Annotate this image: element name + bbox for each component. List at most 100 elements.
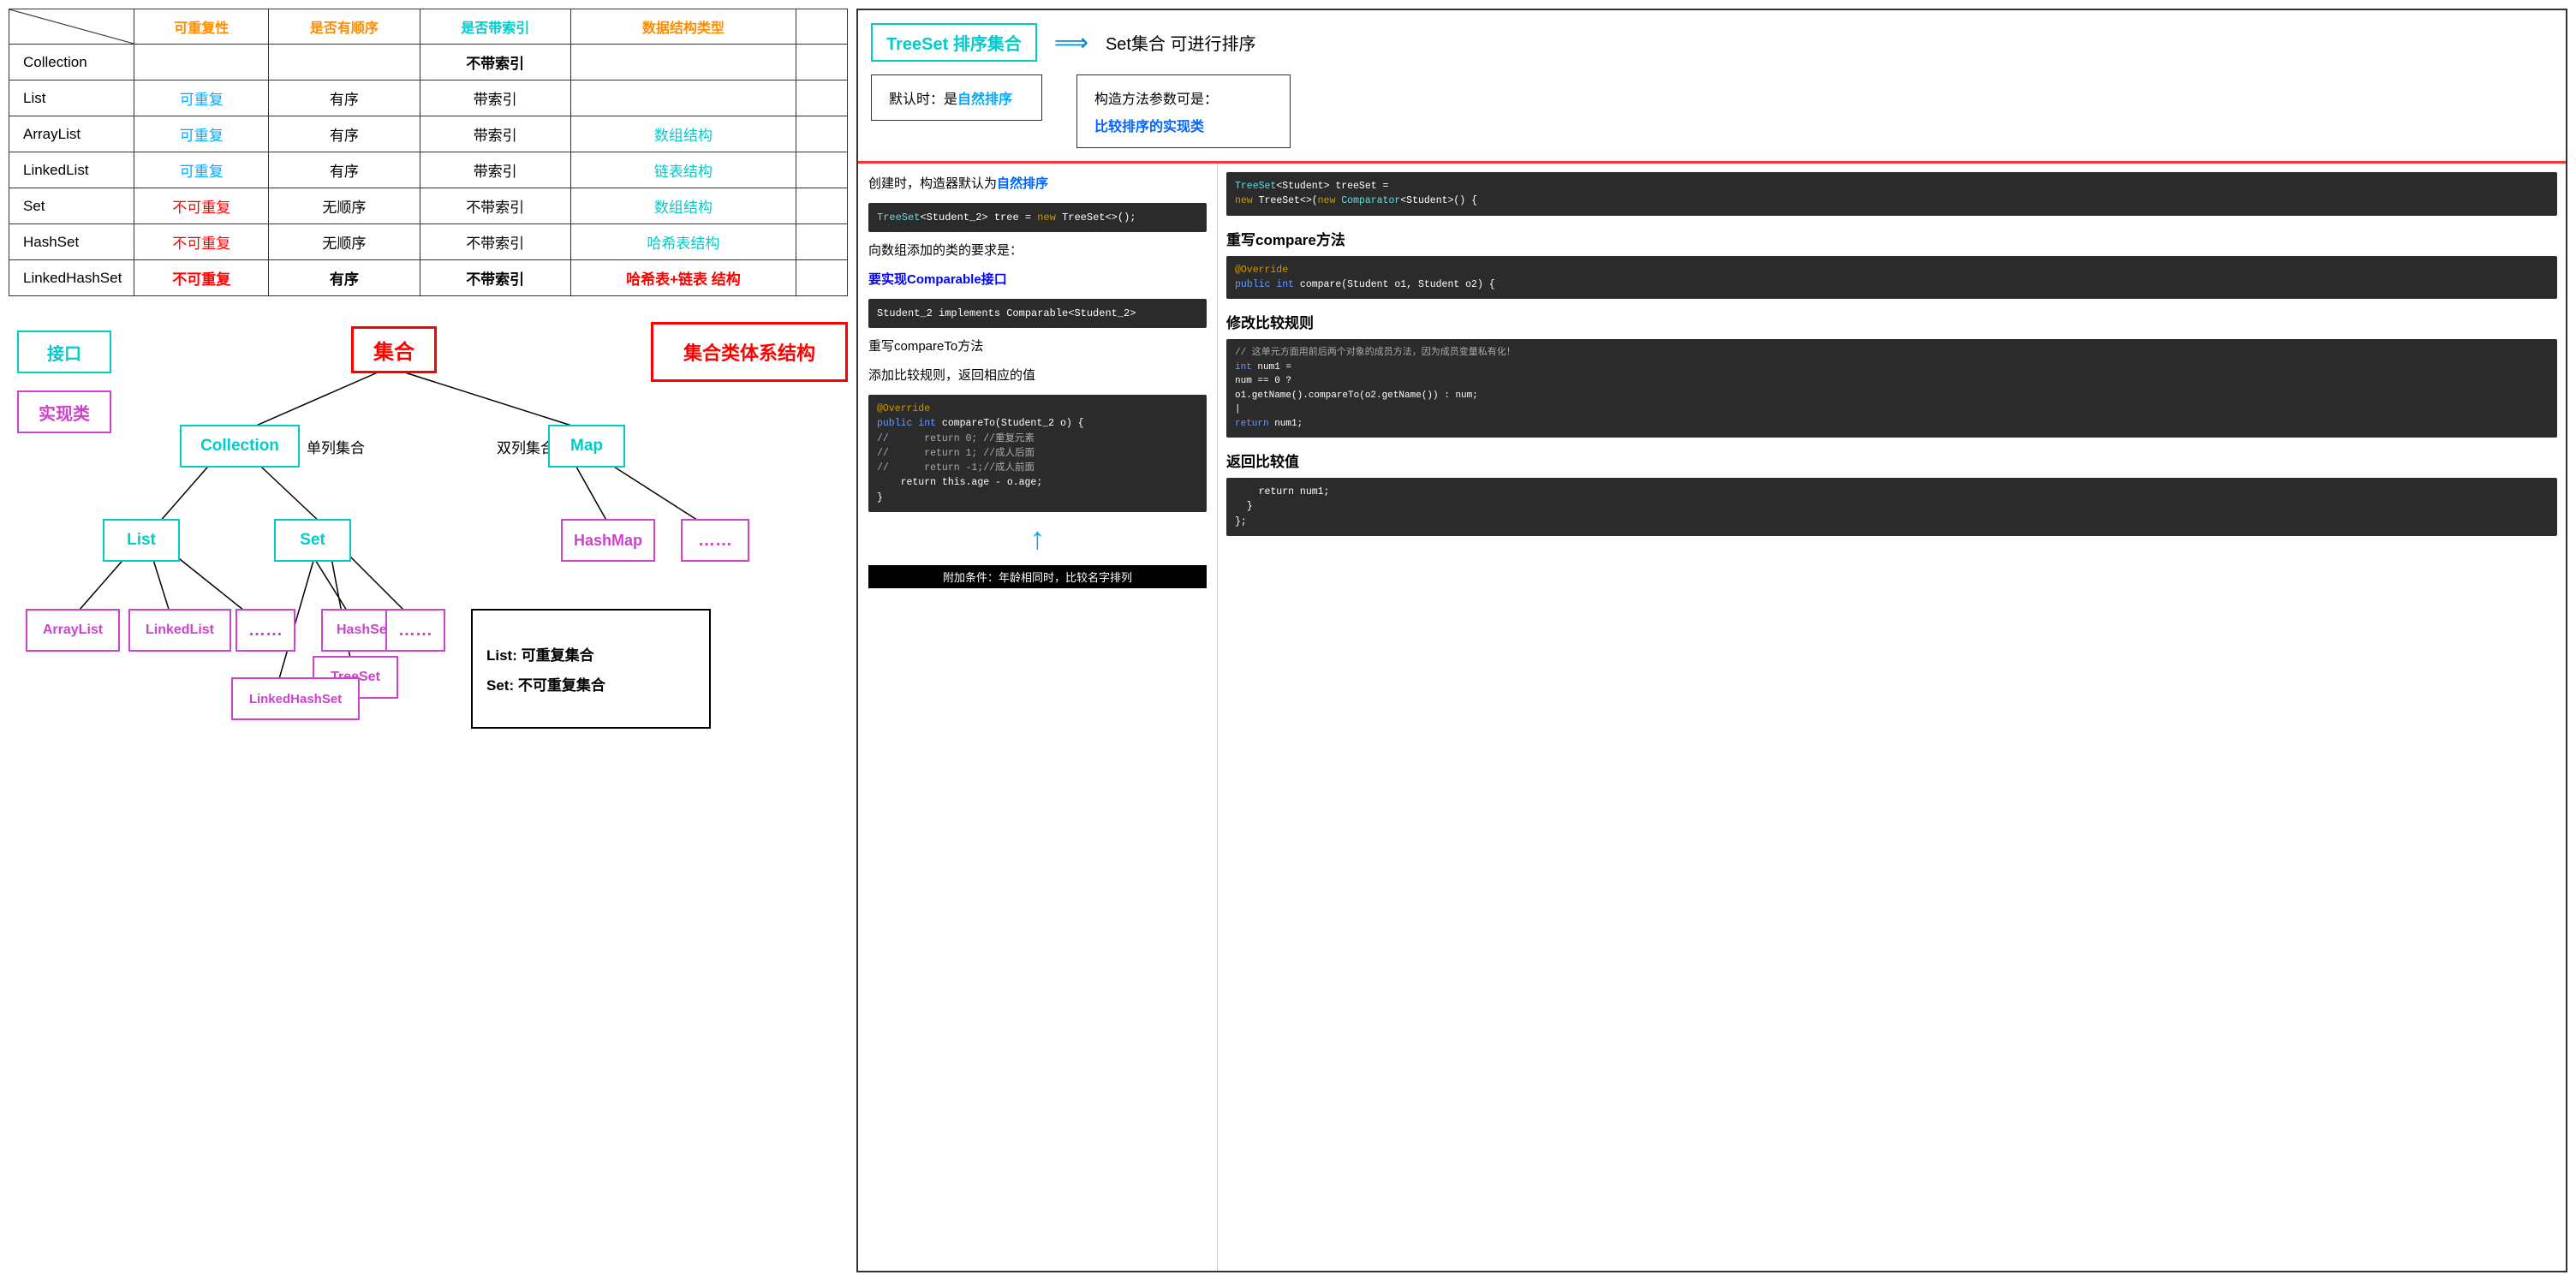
- row-name-collection: Collection: [9, 45, 134, 80]
- row-index-arraylist: 带索引: [420, 116, 570, 152]
- row-repeat-arraylist: 可重复: [134, 116, 269, 152]
- row-repeat-hashset: 不可重复: [134, 224, 269, 260]
- row-order-collection: [269, 45, 420, 80]
- map-node: Map: [548, 425, 625, 468]
- left-panel: 可重复性 是否有顺序 是否带索引 数据结构类型 Collection 不带索引: [9, 9, 848, 1272]
- table-row: Set 不可重复 无顺序 不带索引 数组结构: [9, 188, 848, 224]
- interface-box: 接口: [17, 331, 111, 373]
- arraylist-node: ArrayList: [26, 609, 120, 652]
- row-structure-collection: [570, 45, 796, 80]
- impl-box: 实现类: [17, 390, 111, 433]
- row-index-set: 不带索引: [420, 188, 570, 224]
- code-block-7: return num1; } };: [1226, 478, 2557, 536]
- diagram-inner: 接口 实现类 集合 集合类体系结构 Collection 单列: [9, 313, 848, 742]
- treeset-header: TreeSet 排序集合 ⟹ Set集合 可进行排序: [871, 23, 2553, 62]
- add-req-desc: 向数组添加的类的要求是：: [868, 241, 1207, 261]
- row-structure-hashset: 哈希表结构: [570, 224, 796, 260]
- set-node: Set: [274, 519, 351, 562]
- dots2-node: ……: [385, 609, 445, 652]
- right-bottom-right: TreeSet<Student> treeSet = new TreeSet<>…: [1218, 164, 2566, 1271]
- table-row: Collection 不带索引: [9, 45, 848, 80]
- default-sort-box: 默认时：是自然排序: [871, 74, 1042, 121]
- construct-box: 构造方法参数可是： 比较排序的实现类: [1076, 74, 1291, 148]
- desc-set: Set: 不可重复集合: [486, 673, 605, 694]
- row-repeat-list: 可重复: [134, 80, 269, 116]
- main-container: 可重复性 是否有顺序 是否带索引 数据结构类型 Collection 不带索引: [0, 0, 2576, 1281]
- header-index: 是否带索引: [420, 9, 570, 45]
- code-block-4: TreeSet<Student> treeSet = new TreeSet<>…: [1226, 172, 2557, 216]
- row-structure-set: 数组结构: [570, 188, 796, 224]
- table-section: 可重复性 是否有顺序 是否带索引 数据结构类型 Collection 不带索引: [9, 9, 848, 296]
- table-row: LinkedList 可重复 有序 带索引 链表结构: [9, 152, 848, 188]
- system-title-box: 集合类体系结构: [651, 322, 848, 382]
- bottom-label: 附加条件：年龄相同时，比较名字排列: [868, 565, 1207, 588]
- header-structure: 数据结构类型: [570, 9, 796, 45]
- table-row: HashSet 不可重复 无顺序 不带索引 哈希表结构: [9, 224, 848, 260]
- row-index-linkedhashset: 不带索引: [420, 260, 570, 296]
- diagram-section: 接口 实现类 集合 集合类体系结构 Collection 单列: [9, 313, 848, 1272]
- row-order-list: 有序: [269, 80, 420, 116]
- collection-root-box: 集合: [351, 326, 437, 373]
- add-rule-desc: 添加比较规则，返回相应的值: [868, 366, 1207, 386]
- section-return: 返回比较值: [1226, 450, 2557, 471]
- collection-sublabel: 单列集合: [307, 436, 365, 457]
- code-block-6: // 这单元方面用前后两个对象的成员方法，因为成员变量私有化！ int num1…: [1226, 339, 2557, 438]
- row-structure-linkedlist: 链表结构: [570, 152, 796, 188]
- desc-list: List: 可重复集合: [486, 643, 594, 664]
- row-name-linkedlist: LinkedList: [9, 152, 134, 188]
- comparable-req-desc: 要实现Comparable接口: [868, 270, 1207, 290]
- comparator-label: 比较排序的实现类: [1094, 115, 1273, 135]
- right-top: TreeSet 排序集合 ⟹ Set集合 可进行排序 默认时：是自然排序 构造方…: [858, 10, 2566, 164]
- row-order-linkedlist: 有序: [269, 152, 420, 188]
- treeset-box: TreeSet 排序集合: [871, 23, 1037, 62]
- right-bottom: 创建时，构造器默认为自然排序 TreeSet<Student_2> tree =…: [858, 164, 2566, 1271]
- row-order-hashset: 无顺序: [269, 224, 420, 260]
- right-bottom-left: 创建时，构造器默认为自然排序 TreeSet<Student_2> tree =…: [858, 164, 1218, 1271]
- row-structure-arraylist: 数组结构: [570, 116, 796, 152]
- row-index-collection: 不带索引: [420, 45, 570, 80]
- override-label: 重写compareTo方法: [868, 337, 1207, 357]
- row-structure-linkedhashset: 哈希表+链表 结构: [570, 260, 796, 296]
- row-name-set: Set: [9, 188, 134, 224]
- table-row: List 可重复 有序 带索引: [9, 80, 848, 116]
- row-name-arraylist: ArrayList: [9, 116, 134, 152]
- linkedlist-node: LinkedList: [128, 609, 231, 652]
- row-order-set: 无顺序: [269, 188, 420, 224]
- row-name-linkedhashset: LinkedHashSet: [9, 260, 134, 296]
- arrow-right: ⟹: [1054, 28, 1088, 57]
- row-index-linkedlist: 带索引: [420, 152, 570, 188]
- header-repeat: 可重复性: [134, 9, 269, 45]
- row-name-list: List: [9, 80, 134, 116]
- row-order-arraylist: 有序: [269, 116, 420, 152]
- row-repeat-linkedhashset: 不可重复: [134, 260, 269, 296]
- create-desc: 创建时，构造器默认为自然排序: [868, 174, 1207, 194]
- row-name-hashset: HashSet: [9, 224, 134, 260]
- right-panel: TreeSet 排序集合 ⟹ Set集合 可进行排序 默认时：是自然排序 构造方…: [856, 9, 2567, 1272]
- dots3-node: ……: [681, 519, 749, 562]
- dots1-node: ……: [236, 609, 295, 652]
- header-order: 是否有顺序: [269, 9, 420, 45]
- code-block-3: @Override public int compareTo(Student_2…: [868, 395, 1207, 512]
- table-row: ArrayList 可重复 有序 带索引 数组结构: [9, 116, 848, 152]
- arrow-up: ↑: [868, 521, 1207, 557]
- section-override: 重写compare方法: [1226, 228, 2557, 249]
- set-desc: Set集合 可进行排序: [1106, 30, 1256, 55]
- code-block-5: @Override public int compare(Student o1,…: [1226, 256, 2557, 300]
- section-modify: 修改比较规则: [1226, 311, 2557, 332]
- row-structure-list: [570, 80, 796, 116]
- desc-box: List: 可重复集合 Set: 不可重复集合: [471, 609, 711, 729]
- linkedhashset-node: LinkedHashSet: [231, 677, 360, 720]
- code-block-2: Student_2 implements Comparable<Student_…: [868, 299, 1207, 328]
- collection-node: Collection: [180, 425, 300, 468]
- row-repeat-set: 不可重复: [134, 188, 269, 224]
- row-repeat-linkedlist: 可重复: [134, 152, 269, 188]
- code-block-1: TreeSet<Student_2> tree = new TreeSet<>(…: [868, 203, 1207, 232]
- row-repeat-collection: [134, 45, 269, 80]
- right-top-info: 默认时：是自然排序 构造方法参数可是： 比较排序的实现类: [871, 74, 2553, 148]
- table-row: LinkedHashSet 不可重复 有序 不带索引 哈希表+链表 结构: [9, 260, 848, 296]
- row-index-list: 带索引: [420, 80, 570, 116]
- list-node: List: [103, 519, 180, 562]
- row-order-linkedhashset: 有序: [269, 260, 420, 296]
- dual-label: 双列集合: [497, 436, 555, 457]
- natural-sort-label: 自然排序: [957, 92, 1012, 107]
